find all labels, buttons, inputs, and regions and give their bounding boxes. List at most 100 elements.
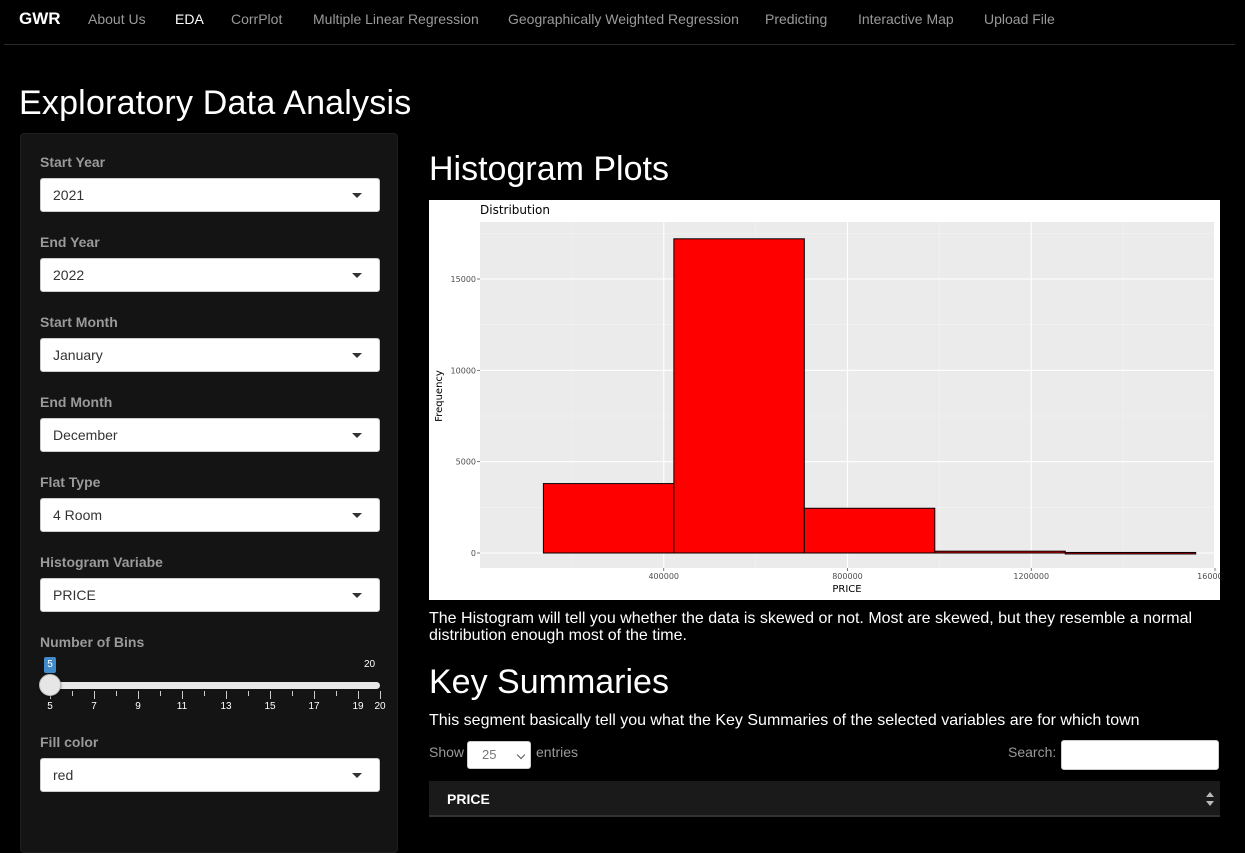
slider-tick	[292, 691, 293, 696]
start-month-value: January	[53, 347, 103, 363]
slider-tick	[182, 691, 183, 699]
bins-slider-track[interactable]	[49, 682, 380, 689]
slider-tick-label: 13	[220, 701, 232, 712]
fill-color-select[interactable]: red	[40, 758, 380, 792]
slider-tick	[380, 691, 381, 699]
slider-tick	[116, 691, 117, 696]
start-month-select[interactable]: January	[40, 338, 380, 372]
x-axis-label: PRICE	[832, 584, 861, 595]
nav-geographically-weighted-regression[interactable]: Geographically Weighted Regression	[508, 11, 739, 27]
y-tick-label: 10000	[451, 366, 476, 375]
x-tick-label: 800000	[832, 572, 863, 581]
number-of-bins-label: Number of Bins	[40, 634, 145, 650]
brand-logo[interactable]: GWR	[19, 9, 61, 29]
histogram-variable-value: PRICE	[53, 587, 96, 603]
fill-color-label: Fill color	[40, 734, 99, 750]
caret-down-icon	[352, 773, 362, 778]
page-title: Exploratory Data Analysis	[19, 84, 412, 122]
slider-tick-label: 9	[135, 701, 141, 712]
key-summaries-description: This segment basically tell you what the…	[429, 712, 1140, 729]
nav-upload-file[interactable]: Upload File	[984, 11, 1055, 27]
fill-color-value: red	[53, 767, 74, 783]
histogram-variable-select[interactable]: PRICE	[40, 578, 380, 612]
nav-predicting[interactable]: Predicting	[765, 11, 827, 27]
caret-down-icon	[352, 593, 362, 598]
slider-tick-label: 15	[264, 701, 276, 712]
histogram-plots-heading: Histogram Plots	[429, 150, 669, 188]
slider-tick	[336, 691, 337, 696]
caret-down-icon	[352, 193, 362, 198]
caret-down-icon	[352, 433, 362, 438]
slider-tick-label: 7	[91, 701, 97, 712]
slider-tick	[314, 691, 315, 699]
x-tick-label: 1200000	[1013, 572, 1049, 581]
caret-down-icon	[352, 513, 362, 518]
slider-tick-label: 17	[308, 701, 320, 712]
end-year-value: 2022	[53, 267, 85, 283]
slider-tick-label: 11	[176, 701, 188, 712]
slider-max-label: 20	[364, 659, 376, 670]
slider-tick	[138, 691, 139, 699]
slider-tick-label: 20	[374, 701, 386, 712]
slider-tick	[270, 691, 271, 699]
histogram-bar	[934, 550, 1066, 554]
histogram-bar	[542, 483, 675, 554]
start-year-label: Start Year	[40, 154, 106, 170]
caret-down-icon	[352, 273, 362, 278]
histogram-variable-label: Histogram Variabe	[40, 554, 163, 570]
flat-type-label: Flat Type	[40, 474, 101, 490]
histogram-bar	[1064, 551, 1197, 555]
column-header-price[interactable]: PRICE	[447, 791, 490, 807]
histogram-chart: 0 5000 10000 15000 400000 800000 1200000 160000…	[429, 200, 1233, 600]
x-tick-label: 1600000	[1197, 572, 1220, 581]
end-year-label: End Year	[40, 234, 100, 250]
slider-tick	[94, 691, 95, 699]
slider-tick-label: 19	[352, 701, 364, 712]
show-label: Show	[429, 744, 465, 760]
flat-type-value: 4 Room	[53, 507, 103, 523]
key-summaries-heading: Key Summaries	[429, 663, 669, 701]
y-axis-label: Frequency	[434, 370, 445, 422]
y-tick-label: 5000	[456, 458, 476, 467]
slider-tick	[226, 691, 227, 699]
start-year-select[interactable]: 2021	[40, 178, 380, 212]
table-header-row: PRICE	[429, 781, 1220, 817]
start-month-label: Start Month	[40, 314, 118, 330]
x-tick-label: 400000	[648, 572, 679, 581]
histogram-bar	[803, 507, 936, 554]
entries-select[interactable]: 25	[467, 741, 531, 769]
start-year-value: 2021	[53, 187, 85, 203]
nav-eda[interactable]: EDA	[175, 11, 204, 27]
histogram-bar	[673, 238, 805, 554]
histogram-description: The Histogram will tell you whether the …	[429, 610, 1193, 644]
y-tick-label: 0	[471, 549, 476, 558]
histogram-svg: 0 5000 10000 15000 400000 800000 1200000 160000…	[434, 203, 1233, 595]
nav-interactive-map[interactable]: Interactive Map	[858, 11, 954, 27]
end-month-label: End Month	[40, 394, 113, 410]
end-month-select[interactable]: December	[40, 418, 380, 452]
end-year-select[interactable]: 2022	[40, 258, 380, 292]
chevron-down-icon	[516, 750, 526, 760]
search-label: Search:	[1008, 744, 1057, 760]
slider-tick	[160, 691, 161, 696]
entries-value: 25	[482, 747, 497, 762]
entries-label: entries	[536, 744, 579, 760]
flat-type-select[interactable]: 4 Room	[40, 498, 380, 532]
chart-title: Distribution	[480, 203, 550, 217]
navbar: GWR About Us EDA CorrPlot Multiple Linea…	[0, 0, 1245, 45]
nav-about-us[interactable]: About Us	[88, 11, 146, 27]
nav-corrplot[interactable]: CorrPlot	[231, 11, 282, 27]
sidebar-panel: Start Year 2021 End Year 2022 Start Mont…	[20, 133, 398, 853]
slider-tick	[72, 691, 73, 696]
nav-multiple-linear-regression[interactable]: Multiple Linear Regression	[313, 11, 479, 27]
bins-slider-handle[interactable]	[39, 674, 61, 696]
sort-icon[interactable]	[1205, 790, 1215, 808]
slider-tick	[248, 691, 249, 696]
y-tick-label: 15000	[451, 275, 476, 284]
slider-tick-label: 5	[47, 701, 53, 712]
slider-tick	[204, 691, 205, 696]
end-month-value: December	[53, 427, 118, 443]
caret-down-icon	[352, 353, 362, 358]
slider-value-badge: 5	[44, 657, 56, 673]
search-input[interactable]	[1061, 740, 1219, 770]
